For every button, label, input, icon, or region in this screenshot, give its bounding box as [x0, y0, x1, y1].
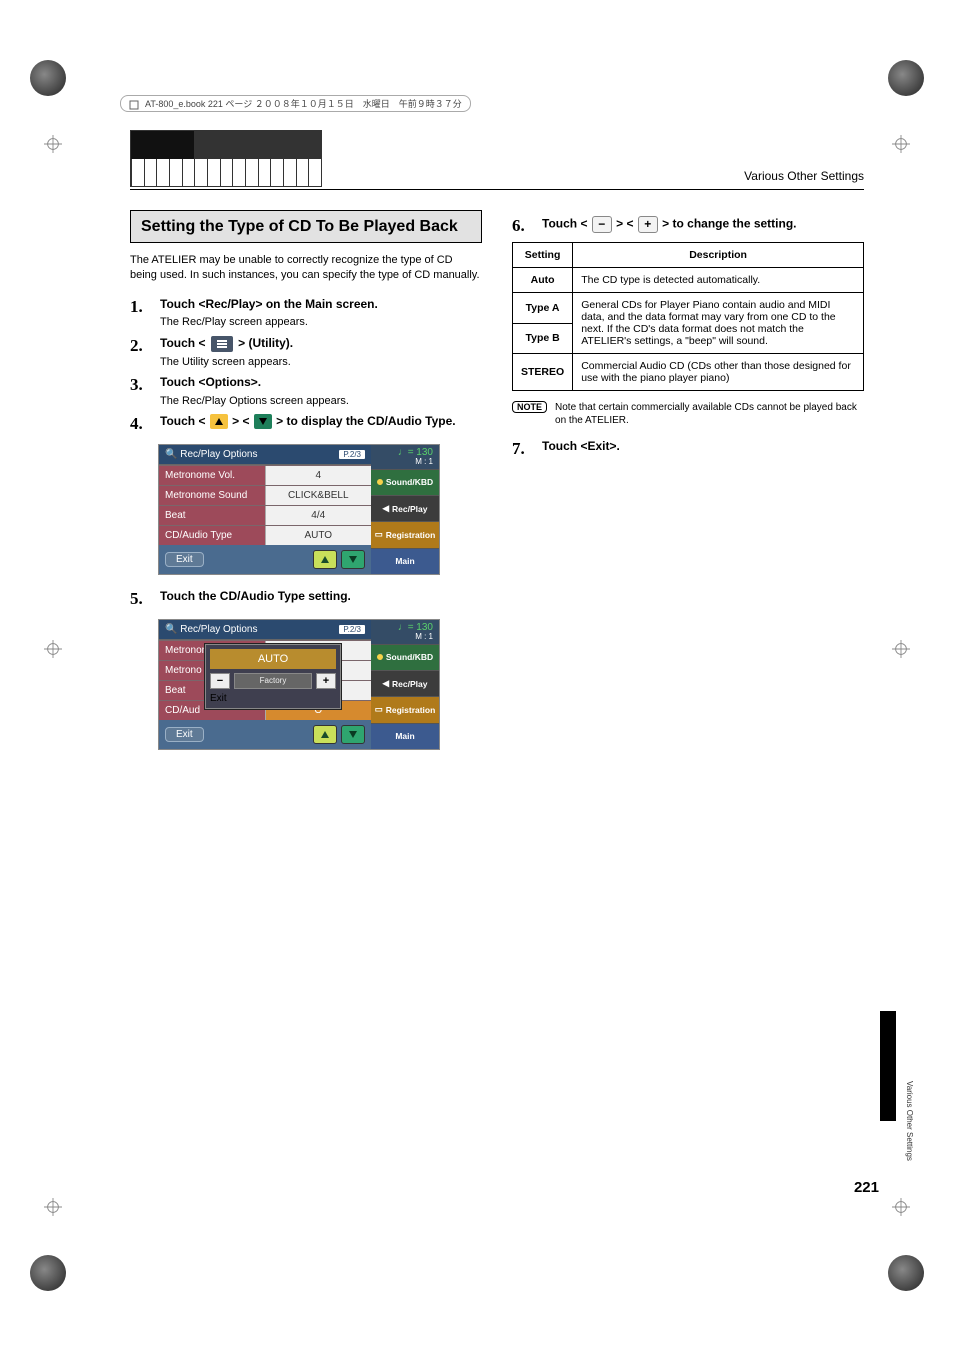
table-header-setting: Setting [513, 243, 573, 268]
option-value[interactable]: CLICK&BELL [265, 486, 372, 505]
value-edit-popup: AUTO − Factory + Exit [205, 644, 341, 709]
step-1-sub: The Rec/Play screen appears. [160, 315, 482, 329]
print-filename-header: AT-800_e.book 221 ページ ２００８年１０月１５日 水曜日 午前… [120, 95, 471, 112]
step-5-title: Touch the CD/Audio Type setting. [160, 589, 482, 605]
nav-down-button[interactable] [341, 550, 365, 569]
exit-button[interactable]: Exit [165, 552, 204, 567]
option-value[interactable]: 4/4 [265, 506, 372, 525]
rec-play-options-popup-screenshot: 🔍 Rec/Play Options P.2/3 Metronome Vol.4… [158, 619, 440, 750]
table-cell-setting: Type B [513, 323, 573, 354]
page-section-breadcrumb: Various Other Settings [744, 169, 864, 187]
crop-mark-icon [892, 640, 910, 658]
product-keyboard-image [130, 130, 322, 187]
side-tab-registration[interactable]: ▭Registration [371, 696, 439, 722]
table-header-description: Description [573, 243, 864, 268]
cd-type-settings-table: Setting Description Auto The CD type is … [512, 242, 864, 391]
screenshot-title: 🔍 Rec/Play Options [165, 449, 258, 460]
option-value[interactable]: 4 [265, 466, 372, 485]
crop-mark-icon [44, 1198, 62, 1216]
step-1-title: Touch <Rec/Play> on the Main screen. [160, 297, 482, 313]
step-number: 2. [130, 336, 152, 356]
step-7-title: Touch <Exit>. [542, 439, 864, 455]
nav-down-button[interactable] [341, 725, 365, 744]
table-cell-setting: STEREO [513, 354, 573, 391]
step-number: 3. [130, 375, 152, 395]
utility-menu-icon [211, 336, 233, 352]
step-number: 4. [130, 414, 152, 434]
crop-mark-icon [892, 135, 910, 153]
tempo-display: ♩= 130 M : 1 [371, 445, 439, 469]
crop-mark-icon [44, 640, 62, 658]
side-tab-sound[interactable]: Sound/KBD [371, 644, 439, 670]
crop-mark-icon [44, 135, 62, 153]
note-badge: NOTE [512, 401, 547, 413]
side-tab-rec[interactable]: ◀Rec/Play [371, 670, 439, 696]
popup-minus-button[interactable]: − [210, 673, 230, 689]
side-tab-main[interactable]: Main [371, 548, 439, 574]
book-icon [129, 100, 139, 110]
step-4-title: Touch < > < > to display the CD/Audio Ty… [160, 414, 482, 430]
table-cell-desc: Commercial Audio CD (CDs other than thos… [573, 354, 864, 391]
screenshot-page-indicator: P.2/3 [339, 625, 365, 634]
side-tab-main[interactable]: Main [371, 723, 439, 749]
exit-button[interactable]: Exit [165, 727, 204, 742]
print-registration-mark [888, 1255, 924, 1291]
step-6-title: Touch < − > < + > to change the setting. [542, 216, 864, 233]
page-number: 221 [854, 1179, 879, 1196]
screenshot-title: 🔍 Rec/Play Options [165, 624, 258, 635]
option-label: Beat [159, 506, 265, 525]
tempo-display: ♩= 130 M : 1 [371, 620, 439, 644]
table-cell-setting: Type A [513, 293, 573, 324]
side-tab-registration[interactable]: ▭Registration [371, 521, 439, 547]
print-registration-mark [30, 60, 66, 96]
rec-play-options-screenshot: 🔍 Rec/Play Options P.2/3 Metronome Vol.4… [158, 444, 440, 575]
step-number: 5. [130, 589, 152, 609]
table-cell-desc: The CD type is detected automatically. [573, 268, 864, 293]
step-2-title: Touch < > (Utility). [160, 336, 482, 352]
section-intro: The ATELIER may be unable to correctly r… [130, 253, 482, 283]
chapter-thumb-label: Various Other Settings [905, 1081, 914, 1161]
nav-up-button[interactable] [313, 550, 337, 569]
option-label: Metronome Sound [159, 486, 265, 505]
section-title: Setting the Type of CD To Be Played Back [130, 210, 482, 243]
print-registration-mark [888, 60, 924, 96]
option-value[interactable]: AUTO [265, 526, 372, 545]
print-filename-text: AT-800_e.book 221 ページ ２００８年１０月１５日 水曜日 午前… [145, 99, 462, 109]
option-label: CD/Audio Type [159, 526, 265, 545]
popup-exit-button[interactable]: Exit [210, 693, 227, 704]
step-2-sub: The Utility screen appears. [160, 355, 482, 369]
table-cell-setting: Auto [513, 268, 573, 293]
nav-up-button[interactable] [313, 725, 337, 744]
print-registration-mark [30, 1255, 66, 1291]
chapter-thumb-tab [880, 1011, 896, 1121]
popup-current-value: AUTO [210, 649, 336, 669]
plus-icon: + [638, 216, 658, 233]
popup-factory-button[interactable]: Factory [234, 673, 312, 689]
screenshot-page-indicator: P.2/3 [339, 450, 365, 459]
option-label: Metronome Vol. [159, 466, 265, 485]
step-3-sub: The Rec/Play Options screen appears. [160, 394, 482, 408]
table-cell-desc: General CDs for Player Piano contain aud… [573, 293, 864, 354]
arrow-down-icon [254, 414, 272, 429]
step-3-title: Touch <Options>. [160, 375, 482, 391]
side-tab-sound[interactable]: Sound/KBD [371, 469, 439, 495]
popup-plus-button[interactable]: + [316, 673, 336, 689]
step-number: 7. [512, 439, 534, 459]
arrow-up-icon [210, 414, 228, 429]
note-text: Note that certain commercially available… [555, 401, 864, 427]
step-number: 1. [130, 297, 152, 317]
step-number: 6. [512, 216, 534, 236]
crop-mark-icon [892, 1198, 910, 1216]
minus-icon: − [592, 216, 612, 233]
side-tab-rec[interactable]: ◀Rec/Play [371, 495, 439, 521]
